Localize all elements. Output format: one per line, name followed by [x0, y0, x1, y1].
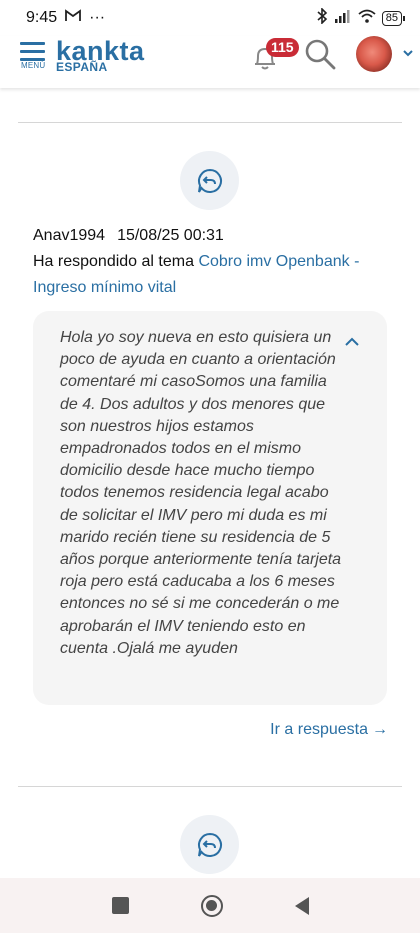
- menu-icon-bar: [20, 50, 45, 53]
- system-nav-bar: [0, 878, 420, 933]
- status-time: 9:45: [26, 9, 58, 26]
- chevron-down-icon: [403, 50, 413, 57]
- notification-count-badge: 115: [266, 38, 299, 57]
- reply-activity-icon-badge: [180, 151, 239, 210]
- collapse-quote-button[interactable]: [343, 335, 361, 349]
- reply-quote-box: Hola yo soy nueva en esto quisiera un po…: [33, 311, 387, 705]
- go-to-reply-label: Ir a respuesta: [270, 721, 368, 738]
- signal-icon: [334, 9, 352, 28]
- more-notifications-icon: ···: [89, 9, 106, 26]
- account-menu-button[interactable]: [402, 46, 414, 58]
- reply-activity-icon-badge: [180, 815, 239, 874]
- menu-icon: [20, 42, 45, 45]
- activity-username[interactable]: Anav1994: [33, 227, 105, 244]
- feed-divider: [18, 122, 402, 123]
- feed-divider: [18, 786, 402, 787]
- bluetooth-icon: [316, 6, 328, 29]
- activity-description: Ha respondido al tema Cobro imv Openbank…: [33, 249, 383, 301]
- user-avatar[interactable]: [356, 36, 392, 72]
- reply-icon: [197, 168, 222, 193]
- chevron-up-icon: [345, 337, 359, 346]
- home-button[interactable]: [200, 894, 223, 917]
- battery-icon: 85: [381, 10, 406, 26]
- go-to-reply-link[interactable]: Ir a respuesta →: [270, 721, 388, 739]
- search-icon: [305, 39, 336, 70]
- recent-apps-button[interactable]: [111, 897, 129, 914]
- reply-icon: [197, 832, 222, 857]
- gmail-icon: [65, 9, 82, 27]
- activity-meta: Anav1994 15/08/25 00:31: [33, 227, 236, 245]
- activity-datetime: 15/08/25 00:31: [117, 227, 224, 244]
- activity-action-text: Ha respondido al tema: [33, 253, 199, 270]
- status-bar: 9:45 ··· 85: [0, 0, 420, 36]
- search-button[interactable]: [304, 38, 336, 70]
- menu-label: MENÚ: [21, 61, 46, 70]
- app-header: MENÚ kankta ESPAÑA 115: [0, 36, 420, 88]
- wifi-icon: [358, 9, 376, 28]
- site-region: ESPAÑA: [56, 60, 108, 74]
- back-button[interactable]: [294, 896, 309, 915]
- arrow-right-icon: →: [372, 721, 388, 738]
- reply-quote-text: Hola yo soy nueva en esto quisiera un po…: [60, 329, 342, 657]
